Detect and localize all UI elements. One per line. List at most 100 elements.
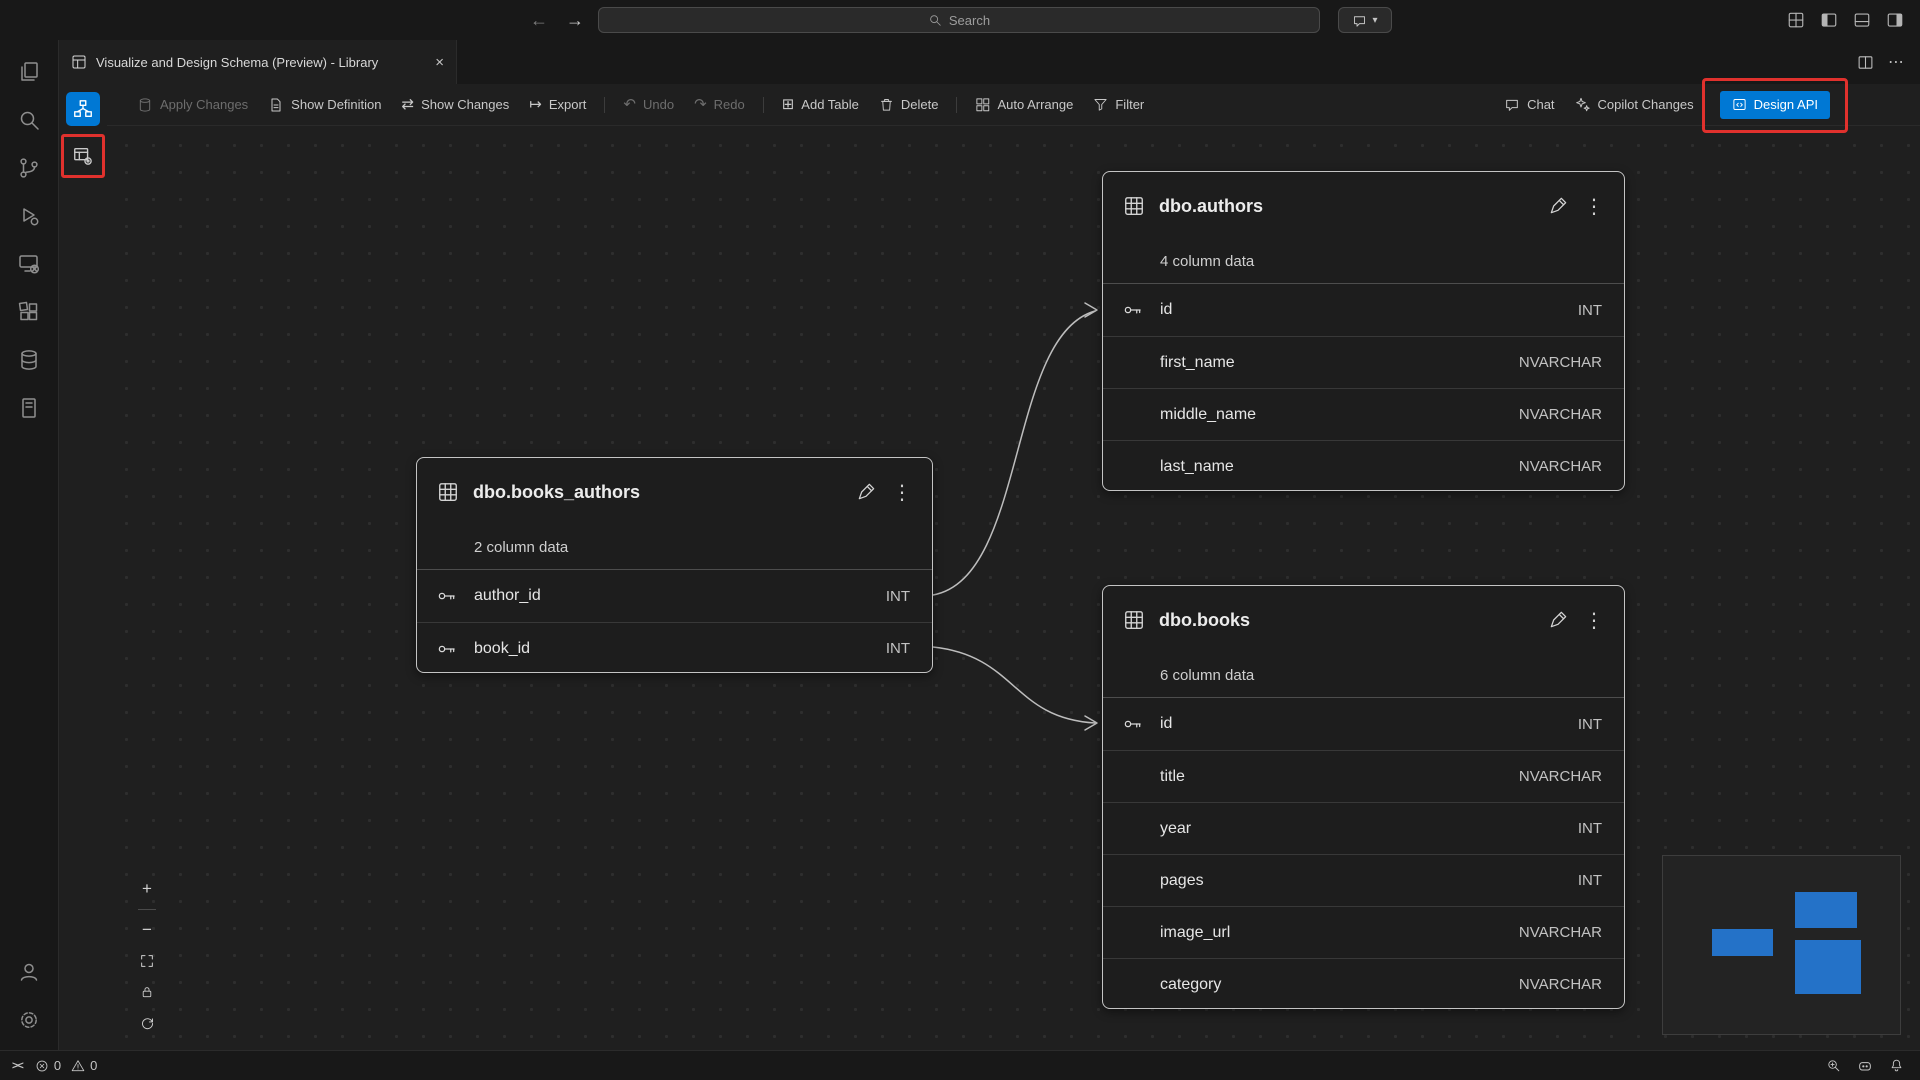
column-row[interactable]: author_idINT — [417, 570, 932, 622]
key-slot — [1103, 300, 1160, 320]
tab-visualize-schema[interactable]: Visualize and Design Schema (Preview) - … — [59, 40, 457, 84]
toggle-secondary-sidebar-icon[interactable] — [1886, 11, 1904, 29]
apply-changes-icon — [137, 97, 153, 113]
schema-canvas[interactable]: dbo.books_authors ⋮ 2 column data author… — [107, 126, 1920, 1050]
column-row[interactable]: titleNVARCHAR — [1103, 750, 1624, 802]
add-table-icon: ⊞ — [782, 97, 795, 112]
edit-pencil-icon[interactable] — [1548, 610, 1568, 630]
chat-button[interactable]: Chat — [1494, 91, 1564, 119]
connector-authors — [933, 311, 1095, 595]
database-projects-icon[interactable] — [5, 384, 53, 432]
table-node-books-authors[interactable]: dbo.books_authors ⋮ 2 column data author… — [416, 457, 933, 673]
column-row[interactable]: first_nameNVARCHAR — [1103, 336, 1624, 388]
auto-arrange-button[interactable]: Auto Arrange — [965, 91, 1083, 119]
zoom-out-button[interactable]: − — [136, 919, 158, 941]
add-table-button[interactable]: ⊞ Add Table — [772, 91, 869, 119]
table-name: dbo.books_authors — [473, 482, 640, 503]
edit-pencil-icon[interactable] — [856, 482, 876, 502]
column-row[interactable]: idINT — [1103, 698, 1624, 750]
notifications-bell-icon[interactable] — [1889, 1058, 1904, 1073]
settings-gear-icon[interactable] — [5, 996, 53, 1044]
delete-button[interactable]: Delete — [869, 91, 949, 119]
table-designer-button[interactable] — [66, 139, 100, 173]
design-api-button[interactable]: Design API — [1720, 91, 1830, 119]
zoom-status-icon[interactable] — [1826, 1058, 1841, 1073]
fit-view-button[interactable] — [136, 950, 158, 972]
toggle-sidebar-icon[interactable] — [1820, 11, 1838, 29]
column-count: 6 column data — [1103, 654, 1624, 698]
zoom-in-button[interactable]: + — [136, 878, 158, 900]
account-icon[interactable] — [5, 948, 53, 996]
table-node-authors[interactable]: dbo.authors ⋮ 4 column data idINTfirst_n… — [1102, 171, 1625, 491]
database-icon[interactable] — [5, 336, 53, 384]
lock-icon — [140, 985, 154, 999]
more-actions-icon[interactable]: ⋯ — [1888, 52, 1904, 72]
search-label: Search — [949, 13, 990, 28]
table-node-books[interactable]: dbo.books ⋮ 6 column data idINTtitleNVAR… — [1102, 585, 1625, 1009]
column-row[interactable]: pagesINT — [1103, 854, 1624, 906]
apply-changes-button[interactable]: Apply Changes — [127, 91, 258, 119]
chat-label: Chat — [1527, 97, 1554, 112]
column-row[interactable]: yearINT — [1103, 802, 1624, 854]
minimap[interactable] — [1662, 855, 1901, 1035]
schema-visualizer-button[interactable] — [66, 92, 100, 126]
export-button[interactable]: ↦ Export — [519, 91, 596, 119]
split-editor-icon[interactable] — [1857, 54, 1874, 71]
table-menu-icon[interactable]: ⋮ — [1582, 608, 1606, 633]
designer-rail — [59, 84, 107, 1050]
delete-label: Delete — [901, 97, 939, 112]
history-forward-icon[interactable]: → — [566, 10, 584, 31]
column-row[interactable]: idINT — [1103, 284, 1624, 336]
filter-icon — [1093, 97, 1108, 112]
column-row[interactable]: image_urlNVARCHAR — [1103, 906, 1624, 958]
filter-button[interactable]: Filter — [1083, 91, 1154, 119]
column-type: INT — [886, 588, 910, 605]
column-name: category — [1160, 976, 1221, 994]
undo-button[interactable]: ↶ Undo — [613, 91, 684, 119]
show-definition-button[interactable]: Show Definition — [258, 91, 391, 119]
undo-icon: ↶ — [623, 97, 636, 112]
table-menu-icon[interactable]: ⋮ — [1582, 194, 1606, 219]
problems-indicator[interactable]: 0 0 — [35, 1058, 97, 1073]
warning-count: 0 — [90, 1058, 97, 1073]
copilot-changes-label: Copilot Changes — [1598, 97, 1694, 112]
toggle-panel-icon[interactable] — [1853, 11, 1871, 29]
table-icon — [1123, 195, 1145, 217]
designer-toolbar: Apply Changes Show Definition ⇄ Show Cha… — [107, 84, 1920, 126]
table-menu-icon[interactable]: ⋮ — [890, 480, 914, 505]
extensions-icon[interactable] — [5, 288, 53, 336]
customize-layout-icon[interactable] — [1787, 11, 1805, 29]
column-row[interactable]: book_idINT — [417, 622, 932, 673]
tab-close-icon[interactable]: × — [435, 54, 444, 71]
primary-key-icon — [437, 639, 457, 659]
search-icon[interactable] — [5, 96, 53, 144]
copilot-status-icon[interactable] — [1857, 1058, 1873, 1074]
column-row[interactable]: categoryNVARCHAR — [1103, 958, 1624, 1009]
show-changes-button[interactable]: ⇄ Show Changes — [392, 91, 520, 119]
history-back-icon[interactable]: ← — [530, 10, 548, 31]
column-name: title — [1160, 768, 1185, 786]
copilot-menu-button[interactable]: ▾ — [1338, 7, 1392, 33]
column-row[interactable]: middle_nameNVARCHAR — [1103, 388, 1624, 440]
column-type: NVARCHAR — [1519, 354, 1602, 371]
table-designer-icon — [72, 145, 94, 167]
command-center-search[interactable]: Search — [598, 7, 1320, 33]
source-control-icon[interactable] — [5, 144, 53, 192]
copilot-changes-button[interactable]: Copilot Changes — [1565, 91, 1704, 119]
column-row[interactable]: last_nameNVARCHAR — [1103, 440, 1624, 491]
minimap-node-books — [1795, 940, 1861, 994]
explorer-icon[interactable] — [5, 48, 53, 96]
column-name: last_name — [1160, 458, 1234, 476]
fit-view-icon — [139, 953, 155, 969]
run-debug-icon[interactable] — [5, 192, 53, 240]
column-type: INT — [1578, 302, 1602, 319]
table-name: dbo.authors — [1159, 196, 1263, 217]
remote-explorer-icon[interactable] — [5, 240, 53, 288]
edit-pencil-icon[interactable] — [1548, 196, 1568, 216]
redo-button[interactable]: ↷ Redo — [684, 91, 755, 119]
auto-arrange-icon — [975, 97, 990, 112]
lock-button[interactable] — [136, 981, 158, 1003]
remote-indicator-icon[interactable]: >< — [12, 1060, 23, 1072]
redo-label: Redo — [714, 97, 745, 112]
reset-view-button[interactable] — [136, 1012, 158, 1034]
